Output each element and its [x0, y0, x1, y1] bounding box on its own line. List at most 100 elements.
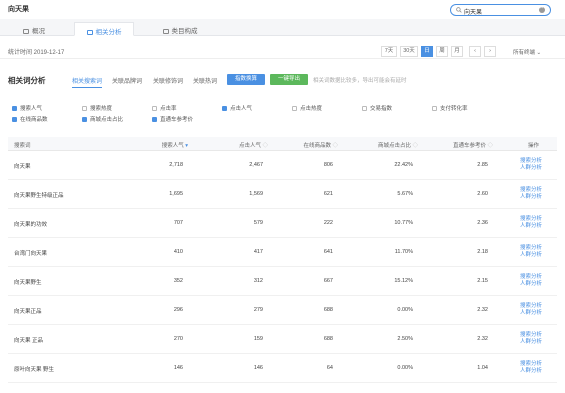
- next-date-button[interactable]: ›: [484, 46, 496, 57]
- search-input[interactable]: 向天果: [450, 4, 551, 16]
- crowd-analysis-link[interactable]: 人群分析: [520, 339, 542, 346]
- checkbox-icon: [222, 106, 227, 111]
- checkbox-icon: [292, 106, 297, 111]
- table-row: 向天果 2,718 2,467 806 22.42% 2.85 搜索分析 人群分析: [8, 151, 557, 180]
- tab-overview[interactable]: 概况: [8, 22, 60, 36]
- checkbox-icon: [152, 117, 157, 122]
- cell-word: 向天果正品: [14, 309, 42, 315]
- checkbox-search-heat[interactable]: 搜索热度: [82, 106, 112, 114]
- cell-word: 向天果野生特级正品: [14, 193, 64, 199]
- search-analysis-link[interactable]: 搜索分析: [520, 216, 542, 223]
- row-actions: 搜索分析 人群分析: [520, 216, 542, 230]
- checkbox-click-popularity[interactable]: 点击人气: [222, 106, 252, 114]
- checkbox-conversion-rate[interactable]: 支付转化率: [432, 106, 468, 114]
- sort-icon: ◇: [262, 143, 268, 149]
- cell-online: 688: [323, 336, 333, 342]
- col-header-click[interactable]: 点击人气 ◇: [208, 141, 268, 149]
- export-note: 相关词数据比较多，导出可能会有延时: [313, 78, 407, 84]
- main-tab-strip: 概况 相关分析 类目构成: [0, 19, 565, 36]
- crowd-analysis-link[interactable]: 人群分析: [520, 194, 542, 201]
- crowd-analysis-link[interactable]: 人群分析: [520, 252, 542, 259]
- cell-price: 2.15: [477, 278, 488, 284]
- subtab-hot[interactable]: 关联热词: [193, 76, 217, 85]
- cell-click: 146: [253, 365, 263, 371]
- range-week-button[interactable]: 周: [436, 46, 448, 57]
- checkbox-search-popularity[interactable]: 搜索人气: [12, 106, 42, 114]
- cell-click: 159: [253, 336, 263, 342]
- search-icon: [456, 7, 462, 13]
- checkbox-icon: [12, 117, 17, 122]
- export-button[interactable]: 一键导出: [270, 74, 308, 85]
- cell-click: 312: [253, 278, 263, 284]
- col-header-label: 点击人气: [238, 143, 261, 149]
- search-analysis-link[interactable]: 搜索分析: [520, 158, 542, 165]
- checkbox-icon: [82, 106, 87, 111]
- cell-price: 2.18: [477, 249, 488, 255]
- checkbox-label: 点击人气: [230, 106, 253, 112]
- range-7d-button[interactable]: 7天: [381, 46, 397, 57]
- crowd-analysis-link[interactable]: 人群分析: [520, 368, 542, 375]
- cell-click: 279: [253, 307, 263, 313]
- col-header-ratio[interactable]: 商城点击占比 ◇: [348, 141, 418, 149]
- clear-icon[interactable]: [539, 5, 545, 13]
- sort-icon: ◇: [487, 143, 493, 149]
- cell-online: 667: [323, 278, 333, 284]
- tab-category[interactable]: 类目构成: [150, 22, 210, 36]
- subtab-brand[interactable]: 关联品牌词: [112, 76, 142, 85]
- tab-label: 相关分析: [95, 29, 122, 36]
- search-analysis-link[interactable]: 搜索分析: [520, 332, 542, 339]
- search-analysis-link[interactable]: 搜索分析: [520, 245, 542, 252]
- checkbox-trade-index[interactable]: 交易指数: [362, 106, 392, 114]
- sort-icon: ◇: [332, 143, 338, 149]
- cell-search: 352: [173, 278, 183, 284]
- stat-time: 统计时间 2019-12-17: [8, 50, 65, 56]
- search-analysis-link[interactable]: 搜索分析: [520, 274, 542, 281]
- home-icon: [86, 30, 93, 35]
- crowd-analysis-link[interactable]: 人群分析: [520, 165, 542, 172]
- range-month-button[interactable]: 月: [451, 46, 463, 57]
- cell-word: 原叶向天果 野生: [14, 367, 55, 373]
- table-row: 向天果野生 352 312 667 15.12% 2.15 搜索分析 人群分析: [8, 267, 557, 296]
- table-row: 向天果的功效 707 579 222 10.77% 2.36 搜索分析 人群分析: [8, 209, 557, 238]
- checkbox-online-items[interactable]: 在线商品数: [12, 117, 48, 125]
- search-analysis-link[interactable]: 搜索分析: [520, 361, 542, 368]
- checkbox-label: 搜索人气: [20, 106, 43, 112]
- col-header-search[interactable]: 搜索人气 ▾: [128, 141, 188, 149]
- search-analysis-link[interactable]: 搜索分析: [520, 303, 542, 310]
- checkbox-mall-click-ratio[interactable]: 商城点击占比: [82, 117, 123, 125]
- checkbox-click-heat[interactable]: 点击热度: [292, 106, 322, 114]
- checkbox-ctr[interactable]: 点击率: [152, 106, 177, 114]
- col-header-price[interactable]: 直通车参考价 ◇: [423, 141, 493, 149]
- checkbox-ztc-price[interactable]: 直通车参考价: [152, 117, 193, 125]
- chevron-down-icon: ⌄: [536, 50, 542, 56]
- checkbox-label: 支付转化率: [440, 106, 468, 112]
- cell-price: 2.60: [477, 191, 488, 197]
- col-header-label: 在线商品数: [303, 143, 331, 149]
- index-convert-button[interactable]: 指数换算: [227, 74, 265, 85]
- row-actions: 搜索分析 人群分析: [520, 187, 542, 201]
- cell-word: 向天果野生: [14, 280, 42, 286]
- tab-label: 类目构成: [171, 28, 198, 35]
- cell-price: 2.32: [477, 336, 488, 342]
- crowd-analysis-link[interactable]: 人群分析: [520, 310, 542, 317]
- range-day-button[interactable]: 日: [421, 46, 433, 57]
- col-header-online[interactable]: 在线商品数 ◇: [278, 141, 338, 149]
- cell-online: 641: [323, 249, 333, 255]
- section-title: 相关词分析: [8, 76, 46, 85]
- terminal-select[interactable]: 所有终端 ⌄: [513, 48, 541, 56]
- subtab-related-search[interactable]: 相关搜索词: [72, 76, 103, 88]
- table-row: 台湾门向天果 410 417 641 11.70% 2.18 搜索分析 人群分析: [8, 238, 557, 267]
- tab-related-analysis[interactable]: 相关分析: [74, 22, 134, 36]
- crowd-analysis-link[interactable]: 人群分析: [520, 223, 542, 230]
- col-header-word: 搜索词: [14, 143, 31, 149]
- prev-date-button[interactable]: ‹: [469, 46, 481, 57]
- search-analysis-link[interactable]: 搜索分析: [520, 187, 542, 194]
- range-30d-button[interactable]: 30天: [400, 46, 418, 57]
- crowd-analysis-link[interactable]: 人群分析: [520, 281, 542, 288]
- home-icon: [162, 29, 169, 34]
- col-header-label: 直通车参考价: [452, 143, 486, 149]
- checkbox-label: 搜索热度: [90, 106, 113, 112]
- table-header: 搜索词 搜索人气 ▾ 点击人气 ◇ 在线商品数 ◇ 商城点击占比 ◇ 直通车参考…: [8, 137, 557, 151]
- subtab-modifier[interactable]: 关联修饰词: [153, 76, 183, 85]
- search-value: 向天果: [464, 10, 483, 16]
